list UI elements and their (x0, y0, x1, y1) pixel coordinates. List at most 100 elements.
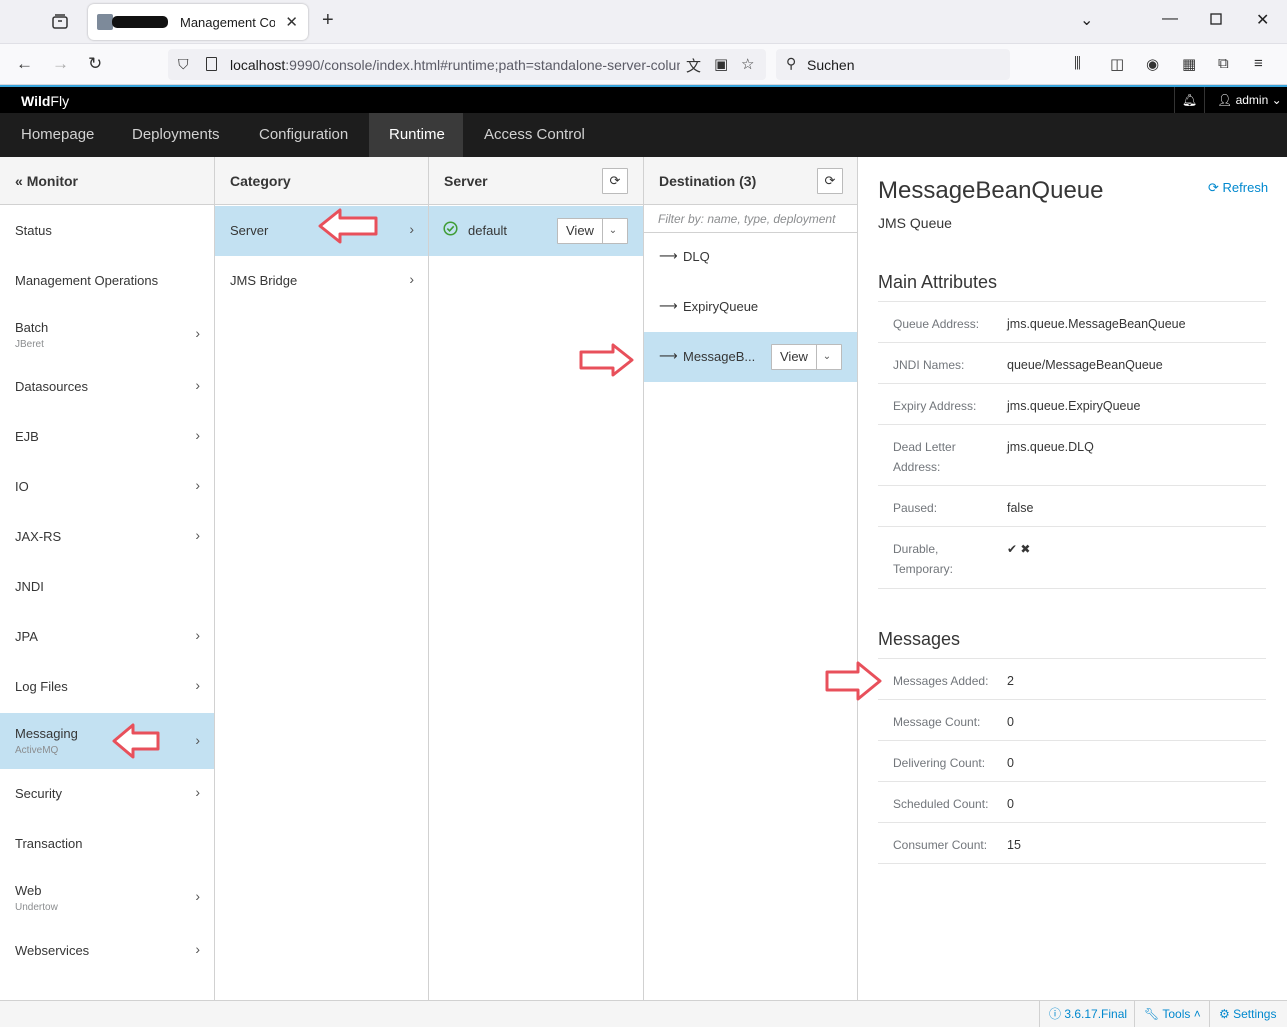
tab-overview-icon[interactable] (50, 12, 70, 32)
item-label: DLQ (683, 249, 710, 264)
reload-icon[interactable]: ↻ (88, 54, 102, 74)
server-item-default[interactable]: default View ⌄ (429, 206, 643, 256)
destination-item-expiryqueue[interactable]: ⟶ ExpiryQueue (644, 282, 857, 332)
check-circle-icon (443, 221, 458, 239)
settings-link[interactable]: ⚙ Settings (1209, 1001, 1285, 1027)
view-button[interactable]: View ⌄ (771, 344, 842, 370)
nav-homepage[interactable]: Homepage (1, 113, 114, 157)
chevron-down-icon[interactable]: ⌄ (599, 219, 627, 243)
message-value: 15 (1007, 838, 1021, 852)
account-icon[interactable]: ◉ (1146, 55, 1159, 73)
message-row: Delivering Count: 0 (878, 741, 1266, 782)
wildfly-logo[interactable]: WildFly (21, 93, 69, 109)
monitor-item-transaction[interactable]: Transaction (0, 819, 214, 869)
tab-list-chevron-icon[interactable]: ⌄ (1080, 10, 1093, 30)
arrow-right-icon: ⟶ (659, 298, 678, 313)
extensions-puzzle-icon[interactable]: ⧉ (1218, 55, 1229, 72)
monitor-item-datasources[interactable]: Datasources › (0, 362, 214, 412)
item-label: Server (230, 223, 269, 238)
attribute-key: JNDI Names: (893, 358, 965, 372)
chevron-down-icon: ⌄ (1271, 93, 1282, 107)
library-icon[interactable]: ⫼ (1074, 55, 1081, 72)
main-attributes-heading: Main Attributes (878, 272, 1266, 302)
item-label: Messaging (15, 726, 78, 741)
url-bar[interactable]: ⛉ localhost:9990/console/index.html#runt… (168, 49, 766, 80)
forward-icon[interactable]: → (52, 54, 69, 74)
browser-tab[interactable]: Management Console ✕ (88, 4, 308, 40)
monitor-item-management-operations[interactable]: Management Operations (0, 256, 214, 306)
message-key: Delivering Count: (893, 756, 986, 770)
close-window-icon[interactable]: ✕ (1256, 10, 1269, 30)
nav-runtime[interactable]: Runtime (369, 113, 463, 157)
annotation-arrow-right-icon (579, 343, 634, 377)
refresh-link[interactable]: ⟳ Refresh (1208, 180, 1268, 196)
refresh-label[interactable]: Refresh (1223, 180, 1269, 195)
monitor-item-jndi[interactable]: JNDI (0, 562, 214, 612)
user-menu[interactable]: 👤︎ admin ⌄ (1204, 87, 1287, 113)
monitor-item-batch[interactable]: Batch JBeret › (0, 306, 214, 362)
redacted-text (112, 16, 168, 28)
item-label: Webservices (15, 943, 90, 958)
monitor-item-security[interactable]: Security › (0, 769, 214, 819)
new-tab-icon[interactable]: + (322, 9, 334, 32)
tab-title: Management Console (180, 15, 275, 30)
shield-icon[interactable]: ⛉ (178, 56, 189, 73)
category-item-jms-bridge[interactable]: JMS Bridge › (215, 256, 428, 306)
minimize-icon[interactable]: — (1162, 10, 1178, 28)
view-button-label[interactable]: View (772, 345, 817, 369)
extension-icon[interactable]: ▦ (1182, 55, 1196, 73)
refresh-icon[interactable]: ⟳ (817, 168, 843, 194)
chevron-right-icon: › (195, 377, 200, 393)
search-icon: ⚲ (786, 55, 797, 71)
filter-input[interactable] (644, 205, 857, 233)
item-label: Management Operations (15, 273, 159, 288)
monitor-item-web[interactable]: Web Undertow › (0, 869, 214, 925)
bell-icon[interactable]: 🔔︎ (1174, 87, 1204, 113)
view-button-label[interactable]: View (558, 219, 603, 243)
url-text[interactable]: localhost:9990/console/index.html#runtim… (230, 57, 680, 73)
message-key: Messages Added: (893, 674, 989, 688)
view-button[interactable]: View ⌄ (557, 218, 628, 244)
nav-configuration[interactable]: Configuration (239, 113, 368, 157)
message-key: Consumer Count: (893, 838, 988, 852)
item-label: JNDI (15, 579, 44, 594)
refresh-icon[interactable]: ⟳ (602, 168, 628, 194)
destination-item-dlq[interactable]: ⟶ DLQ (644, 232, 857, 282)
attribute-row: JNDI Names: queue/MessageBeanQueue (878, 343, 1266, 384)
search-placeholder: Suchen (807, 57, 855, 73)
translate-icon[interactable]: 文 (686, 55, 701, 76)
monitor-item-messaging[interactable]: Messaging ActiveMQ › (0, 713, 214, 769)
monitor-item-ejb[interactable]: EJB › (0, 412, 214, 462)
bookmark-star-icon[interactable]: ☆ (741, 55, 754, 73)
nav-access-control[interactable]: Access Control (464, 113, 605, 157)
menu-icon[interactable]: ≡ (1254, 55, 1263, 72)
maximize-icon[interactable] (1210, 12, 1222, 30)
page-icon (206, 57, 217, 71)
message-key: Message Count: (893, 715, 981, 729)
attribute-value: false (1007, 501, 1034, 515)
monitor-item-log-files[interactable]: Log Files › (0, 662, 214, 712)
reader-view-icon[interactable]: ▣ (714, 55, 728, 73)
monitor-item-webservices[interactable]: Webservices › (0, 926, 214, 976)
monitor-title: Monitor (26, 173, 79, 189)
monitor-item-io[interactable]: IO › (0, 462, 214, 512)
version-link[interactable]: ⓘ 3.6.17.Final (1039, 1001, 1136, 1027)
message-value: 2 (1007, 674, 1014, 688)
monitor-item-jax-rs[interactable]: JAX-RS › (0, 512, 214, 562)
monitor-item-jpa[interactable]: JPA › (0, 612, 214, 662)
item-sublabel: ActiveMQ (15, 745, 59, 756)
back-icon[interactable]: ← (16, 54, 33, 74)
chevron-right-icon: › (195, 325, 200, 341)
sidebar-icon[interactable]: ◫ (1110, 55, 1124, 73)
search-bar[interactable]: ⚲ Suchen (776, 49, 1010, 80)
monitor-header[interactable]: « Monitor (0, 157, 214, 205)
destination-item-messagebeanqueue[interactable]: ⟶ MessageB... View ⌄ (644, 332, 857, 382)
chevron-right-icon: › (195, 427, 200, 443)
monitor-item-status[interactable]: Status (0, 206, 214, 256)
chevron-down-icon[interactable]: ⌄ (813, 345, 841, 369)
detail-pane: MessageBeanQueue JMS Queue ⟳ Refresh Mai… (858, 157, 1287, 1000)
close-tab-icon[interactable]: ✕ (285, 13, 298, 31)
tools-menu[interactable]: 🔧︎ Tools ˄ (1134, 1001, 1210, 1027)
message-key: Scheduled Count: (893, 797, 989, 811)
nav-deployments[interactable]: Deployments (112, 113, 240, 157)
